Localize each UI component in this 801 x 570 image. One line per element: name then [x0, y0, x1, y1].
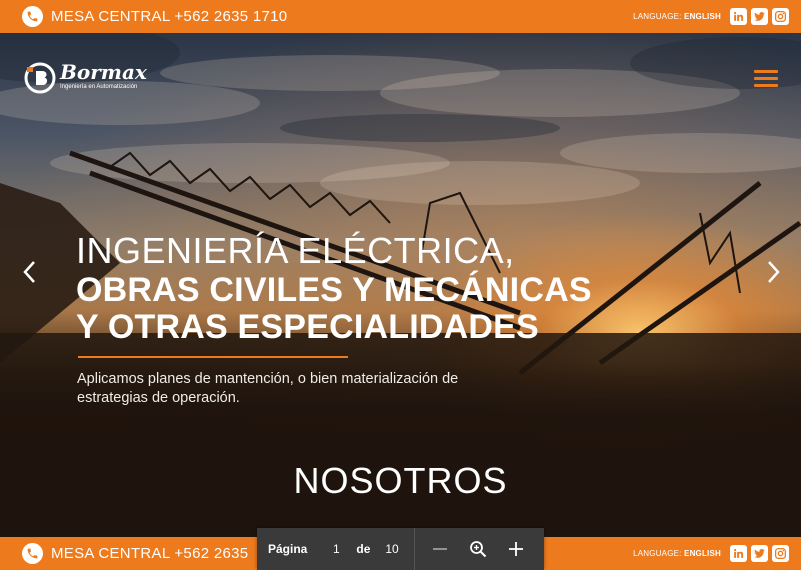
- hero-heading-line2: OBRAS CIVILES Y MECÁNICAS: [76, 271, 592, 309]
- language-english-link[interactable]: ENGLISH: [684, 12, 721, 21]
- page-of-label: de: [356, 542, 371, 556]
- page-label: Página: [268, 542, 308, 556]
- language-english-link[interactable]: ENGLISH: [684, 549, 721, 558]
- menu-hamburger-icon[interactable]: [754, 70, 778, 88]
- hero-slider: Bormax Ingeniería en Automatización INGE…: [0, 33, 801, 537]
- phone-number-link[interactable]: MESA CENTRAL +562 2635 1710: [51, 8, 287, 25]
- plus-icon: [508, 542, 523, 556]
- social-links: [730, 8, 789, 25]
- magnifier-icon: [469, 541, 486, 558]
- linkedin-icon[interactable]: [730, 545, 747, 562]
- bormax-logo[interactable]: Bormax Ingeniería en Automatización: [24, 62, 147, 94]
- zoom-in-button[interactable]: [503, 536, 529, 562]
- fit-zoom-button[interactable]: [465, 536, 491, 562]
- section-title-nosotros: NOSOTROS: [293, 460, 508, 501]
- slider-prev-arrow-icon[interactable]: [20, 259, 40, 285]
- logo-tagline: Ingeniería en Automatización: [60, 84, 138, 90]
- total-pages: 10: [385, 542, 399, 556]
- language-switch[interactable]: LANGUAGE: ENGLISH: [633, 549, 721, 558]
- logo-name: Bormax: [60, 60, 147, 84]
- toolbar-divider: [413, 528, 415, 570]
- top-contact-bar: MESA CENTRAL +562 2635 1710 LANGUAGE: EN…: [0, 0, 801, 33]
- minus-icon: [432, 548, 447, 550]
- instagram-icon[interactable]: [772, 545, 789, 562]
- language-label: LANGUAGE:: [633, 549, 682, 558]
- hero-heading-line3: Y OTRAS ESPECIALIDADES: [76, 308, 539, 346]
- slider-next-arrow-icon[interactable]: [763, 259, 783, 285]
- social-links: [730, 545, 789, 562]
- language-label: LANGUAGE:: [633, 12, 682, 21]
- instagram-icon[interactable]: [772, 8, 789, 25]
- twitter-icon[interactable]: [751, 8, 768, 25]
- current-page-input[interactable]: 1: [329, 542, 343, 556]
- bormax-logo-icon: [24, 62, 56, 94]
- pdf-viewer-toolbar: Página 1 de 10: [257, 528, 544, 570]
- hero-divider: [78, 356, 348, 358]
- hero-heading-line1: INGENIERÍA ELÉCTRICA,: [76, 230, 515, 271]
- language-switch[interactable]: LANGUAGE: ENGLISH: [633, 12, 721, 21]
- phone-icon: [22, 543, 43, 564]
- phone-icon: [22, 6, 43, 27]
- linkedin-icon[interactable]: [730, 8, 747, 25]
- hero-description: Aplicamos planes de mantención, o bien m…: [77, 371, 459, 406]
- phone-number-link[interactable]: MESA CENTRAL +562 2635: [51, 545, 248, 562]
- twitter-icon[interactable]: [751, 545, 768, 562]
- zoom-out-button[interactable]: [427, 536, 453, 562]
